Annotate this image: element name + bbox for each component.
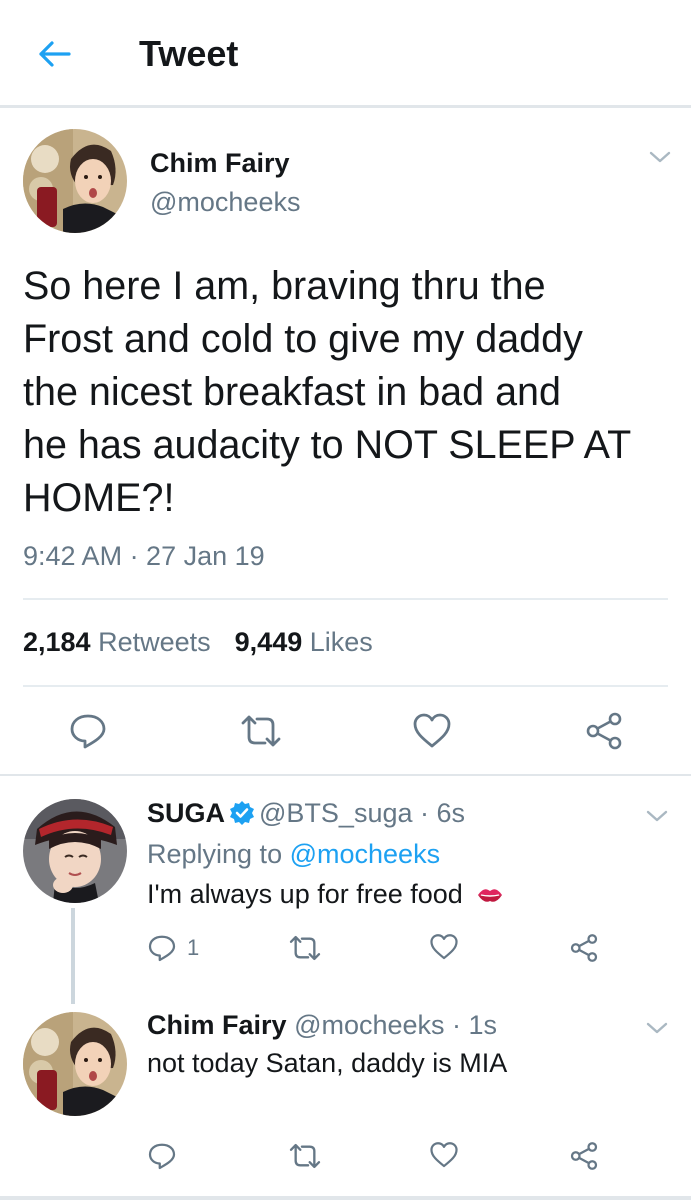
like-button[interactable]	[429, 933, 459, 961]
tweet-timestamp[interactable]: 9:42 AM · 27 Jan 19	[23, 541, 265, 572]
retweet-icon	[289, 935, 321, 961]
retweet-button[interactable]	[287, 934, 323, 962]
like-button[interactable]	[429, 1141, 459, 1169]
avatar-image	[23, 129, 127, 233]
reply-author-name[interactable]: Chim Fairy	[147, 1010, 287, 1040]
reply-tweet: SUGA @BTS_suga · 6s Replying to @mocheek…	[0, 778, 691, 1000]
app-header: Tweet	[0, 0, 691, 108]
retweet-button[interactable]	[237, 709, 285, 753]
share-icon	[586, 712, 622, 750]
reply-menu-button[interactable]	[643, 806, 671, 826]
heart-icon	[430, 1142, 458, 1168]
reply-button[interactable]: 1	[147, 933, 199, 963]
retweets-count: 2,184	[23, 627, 91, 657]
retweet-icon	[241, 715, 281, 747]
likes-count: 9,449	[234, 627, 303, 657]
avatar-image	[23, 1012, 127, 1116]
arrow-left-icon	[39, 41, 71, 67]
verified-badge-icon	[230, 801, 255, 825]
reply-count: 1	[187, 935, 200, 960]
share-button[interactable]	[569, 1141, 599, 1171]
tweet-text-line: Frost and cold to give my daddy	[23, 317, 583, 361]
retweets-label: Retweets	[98, 627, 211, 657]
author-handle[interactable]: @mocheeks	[150, 187, 300, 218]
tweet-text-line: the nicest breakfast in bad and	[23, 370, 561, 414]
likes-label: Likes	[309, 627, 373, 657]
reply-tweet: Chim Fairy @mocheeks · 1s not today Sata…	[0, 1000, 691, 1196]
reply-icon	[70, 714, 106, 749]
chevron-down-icon	[646, 1022, 668, 1034]
heart-icon	[413, 713, 451, 748]
reply-text: I'm always up for free food	[147, 879, 504, 910]
reply-icon	[148, 935, 176, 962]
avatar[interactable]	[23, 129, 127, 233]
like-button[interactable]	[410, 709, 454, 753]
replying-to-mention[interactable]: @mocheeks	[290, 839, 440, 869]
avatar[interactable]	[23, 799, 127, 903]
reply-author-handle[interactable]: @mocheeks	[294, 1010, 444, 1040]
tweet-text: So here I am, braving thru the Frost and…	[23, 260, 673, 525]
retweets-stat[interactable]: 2,184 Retweets	[23, 627, 211, 657]
replying-to: Replying to @mocheeks	[147, 839, 440, 870]
share-icon	[570, 1142, 598, 1170]
replying-to-label: Replying to	[147, 839, 283, 869]
bottom-divider	[0, 1196, 691, 1200]
tweet-actions	[0, 709, 691, 757]
tweet-stats: 2,184 Retweets 9,449 Likes	[23, 627, 373, 658]
reply-author-handle[interactable]: @BTS_suga	[259, 798, 412, 828]
main-tweet: Chim Fairy @mocheeks So here I am, bravi…	[0, 111, 691, 776]
reply-header: Chim Fairy @mocheeks · 1s	[147, 1010, 497, 1041]
reply-time[interactable]: · 1s	[452, 1010, 497, 1040]
reply-text: not today Satan, daddy is MIA	[147, 1048, 508, 1078]
page-title: Tweet	[139, 33, 239, 74]
retweet-button[interactable]	[287, 1142, 323, 1170]
retweet-icon	[289, 1143, 321, 1169]
share-icon	[570, 934, 598, 962]
share-button[interactable]	[582, 709, 626, 753]
likes-stat[interactable]: 9,449 Likes	[235, 627, 373, 657]
divider	[23, 685, 668, 687]
tweet-menu-button[interactable]	[646, 147, 674, 167]
chevron-down-icon	[646, 810, 668, 822]
chevron-down-icon	[649, 151, 671, 163]
reply-button[interactable]	[66, 709, 110, 753]
avatar[interactable]	[23, 1012, 127, 1116]
reply-menu-button[interactable]	[643, 1018, 671, 1038]
reply-button[interactable]	[147, 1141, 177, 1171]
tweet-text-line: So here I am, braving thru the	[23, 264, 546, 308]
author-name[interactable]: Chim Fairy	[150, 148, 290, 179]
heart-icon	[430, 934, 458, 960]
reply-time[interactable]: · 6s	[420, 798, 465, 828]
kiss-emoji-icon	[478, 889, 503, 902]
divider	[23, 598, 668, 600]
back-button[interactable]	[30, 34, 78, 74]
tweet-text-line: HOME?!	[23, 476, 175, 520]
reply-author-name[interactable]: SUGA	[147, 798, 225, 828]
share-button[interactable]	[569, 933, 599, 963]
avatar-image	[23, 799, 127, 903]
reply-text-content: I'm always up for free food	[147, 879, 463, 909]
tweet-text-line: he has audacity to NOT SLEEP AT	[23, 423, 632, 467]
reply-header: SUGA @BTS_suga · 6s	[147, 798, 465, 829]
reply-icon	[148, 1143, 176, 1170]
